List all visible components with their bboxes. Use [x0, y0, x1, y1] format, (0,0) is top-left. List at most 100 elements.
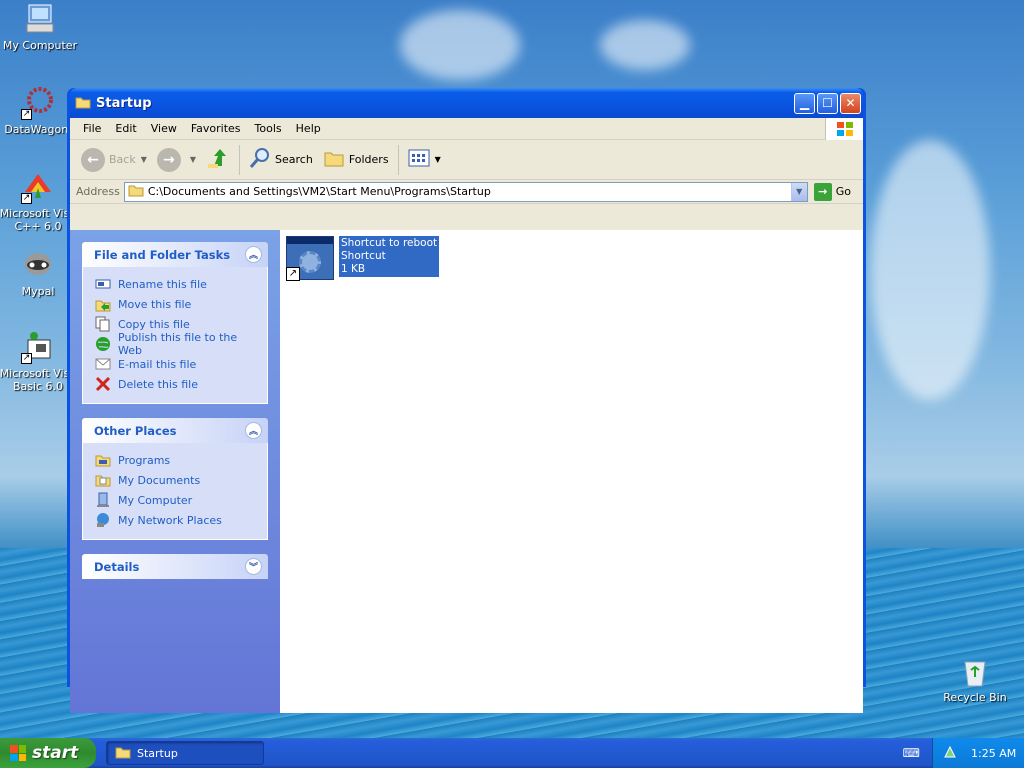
up-folder-button[interactable] [201, 144, 235, 176]
desktop-icon-recycle-bin[interactable]: Recycle Bin [940, 656, 1010, 704]
panel-header[interactable]: File and Folder Tasks ︽ [82, 242, 268, 267]
taskbar-window-startup[interactable]: Startup [106, 741, 264, 765]
folders-button[interactable]: Folders [318, 144, 394, 176]
close-icon: ✕ [845, 96, 856, 110]
task-pane: File and Folder Tasks ︽ Rename this file… [70, 230, 280, 713]
folder-icon [115, 745, 131, 762]
panel-title: File and Folder Tasks [94, 247, 231, 262]
search-label: Search [275, 153, 313, 166]
place-label: My Computer [118, 493, 193, 507]
place-my-network-places[interactable]: My Network Places [95, 510, 255, 530]
shortcut-file-icon: ↗ [286, 236, 334, 281]
file-name: Shortcut to reboot [341, 237, 438, 249]
maximize-button[interactable]: ☐ [817, 92, 838, 114]
task-label: Delete this file [118, 377, 198, 391]
place-my-documents[interactable]: My Documents [95, 470, 255, 490]
folder-icon [75, 95, 91, 112]
go-button[interactable]: → Go [813, 182, 851, 201]
task-label: Move this file [118, 297, 192, 311]
chevron-down-icon[interactable]: ︾ [245, 558, 262, 575]
forward-button[interactable]: → ▼ [152, 144, 201, 176]
place-my-computer[interactable]: My Computer [95, 490, 255, 510]
desktop-icon-label: My Computer [2, 39, 78, 52]
windows-logo-icon [825, 118, 863, 140]
taskbar: start Startup ⌨ 1:25 AM [0, 738, 1024, 768]
taskbar-window-label: Startup [137, 746, 178, 760]
tray-app-icon[interactable] [943, 745, 957, 762]
keyboard-icon[interactable]: ⌨ [903, 746, 920, 760]
go-label: Go [835, 185, 851, 198]
panel-body: Rename this file Move this file Copy thi… [82, 267, 268, 404]
folder-icon [128, 183, 144, 200]
place-label: My Network Places [118, 513, 222, 527]
task-rename[interactable]: Rename this file [95, 274, 255, 294]
task-publish[interactable]: Publish this file to the Web [95, 331, 255, 357]
views-button[interactable]: ▼ [403, 144, 446, 176]
search-button[interactable]: Search [244, 144, 318, 176]
copy-icon [95, 316, 111, 332]
system-tray: 1:25 AM [932, 738, 1024, 768]
chevron-up-icon[interactable]: ︽ [245, 422, 262, 439]
menu-tools[interactable]: Tools [248, 122, 289, 135]
place-programs[interactable]: Programs [95, 450, 255, 470]
task-label: E-mail this file [118, 357, 197, 371]
task-email[interactable]: E-mail this file [95, 354, 255, 374]
task-delete[interactable]: Delete this file [95, 374, 255, 394]
details-panel: Details ︾ [82, 554, 268, 579]
folders-icon [323, 148, 345, 171]
other-places-panel: Other Places ︽ Programs My Documents My … [82, 418, 268, 540]
raccoon-icon [21, 248, 55, 282]
toolbar-separator [239, 144, 241, 175]
network-icon [95, 512, 111, 528]
chevron-up-icon[interactable]: ︽ [245, 246, 262, 263]
minimize-button[interactable]: ▁ [794, 92, 815, 114]
folder-icon [95, 452, 111, 468]
shortcut-arrow-icon: ↗ [286, 267, 300, 281]
file-item[interactable]: ↗ Shortcut to reboot Shortcut 1 KB [286, 236, 440, 281]
chevron-down-icon: ▼ [140, 155, 147, 164]
desktop-icon-label: Recycle Bin [943, 691, 1007, 704]
content-area: File and Folder Tasks ︽ Rename this file… [70, 230, 863, 713]
address-label: Address [76, 185, 120, 198]
place-label: Programs [118, 453, 171, 467]
back-label: Back [109, 153, 136, 166]
file-folder-tasks-panel: File and Folder Tasks ︽ Rename this file… [82, 242, 268, 404]
title-bar[interactable]: Startup ▁ ☐ ✕ [70, 88, 863, 118]
folder-icon [95, 472, 111, 488]
email-icon [95, 356, 111, 372]
chevron-down-icon: ▼ [434, 155, 441, 164]
start-button[interactable]: start [0, 738, 96, 768]
menu-file[interactable]: File [76, 122, 108, 135]
desktop-icon-my-computer[interactable]: My Computer [0, 2, 80, 52]
menu-favorites[interactable]: Favorites [184, 122, 248, 135]
window-body: File Edit View Favorites Tools Help ← Ba… [70, 118, 863, 713]
views-icon [408, 149, 430, 170]
panel-header[interactable]: Other Places ︽ [82, 418, 268, 443]
address-input[interactable]: C:\Documents and Settings\VM2\Start Menu… [123, 181, 808, 202]
menu-view[interactable]: View [144, 122, 184, 135]
computer-icon [95, 492, 111, 508]
file-list[interactable]: ↗ Shortcut to reboot Shortcut 1 KB [280, 230, 863, 713]
task-label: Rename this file [118, 277, 207, 291]
cloud [600, 20, 690, 70]
address-dropdown-button[interactable]: ▼ [790, 182, 807, 201]
toolbar-separator [397, 144, 399, 175]
task-move[interactable]: Move this file [95, 294, 255, 314]
go-arrow-icon: → [813, 182, 832, 201]
gear-icon [299, 251, 321, 273]
start-label: start [32, 743, 79, 763]
close-button[interactable]: ✕ [840, 92, 861, 114]
visual-cpp-icon: ↗ [21, 170, 55, 204]
back-button[interactable]: ← Back ▼ [76, 144, 152, 176]
back-arrow-icon: ← [81, 147, 105, 172]
minimize-icon: ▁ [799, 96, 810, 110]
panel-header[interactable]: Details ︾ [82, 554, 268, 579]
windows-flag-icon [10, 745, 26, 761]
task-label: Publish this file to the Web [118, 331, 238, 357]
cloud [870, 140, 990, 400]
panel-title: Details [94, 559, 140, 574]
up-arrow-icon [206, 146, 230, 173]
menu-edit[interactable]: Edit [108, 122, 143, 135]
menu-help[interactable]: Help [289, 122, 328, 135]
clock[interactable]: 1:25 AM [971, 747, 1016, 760]
